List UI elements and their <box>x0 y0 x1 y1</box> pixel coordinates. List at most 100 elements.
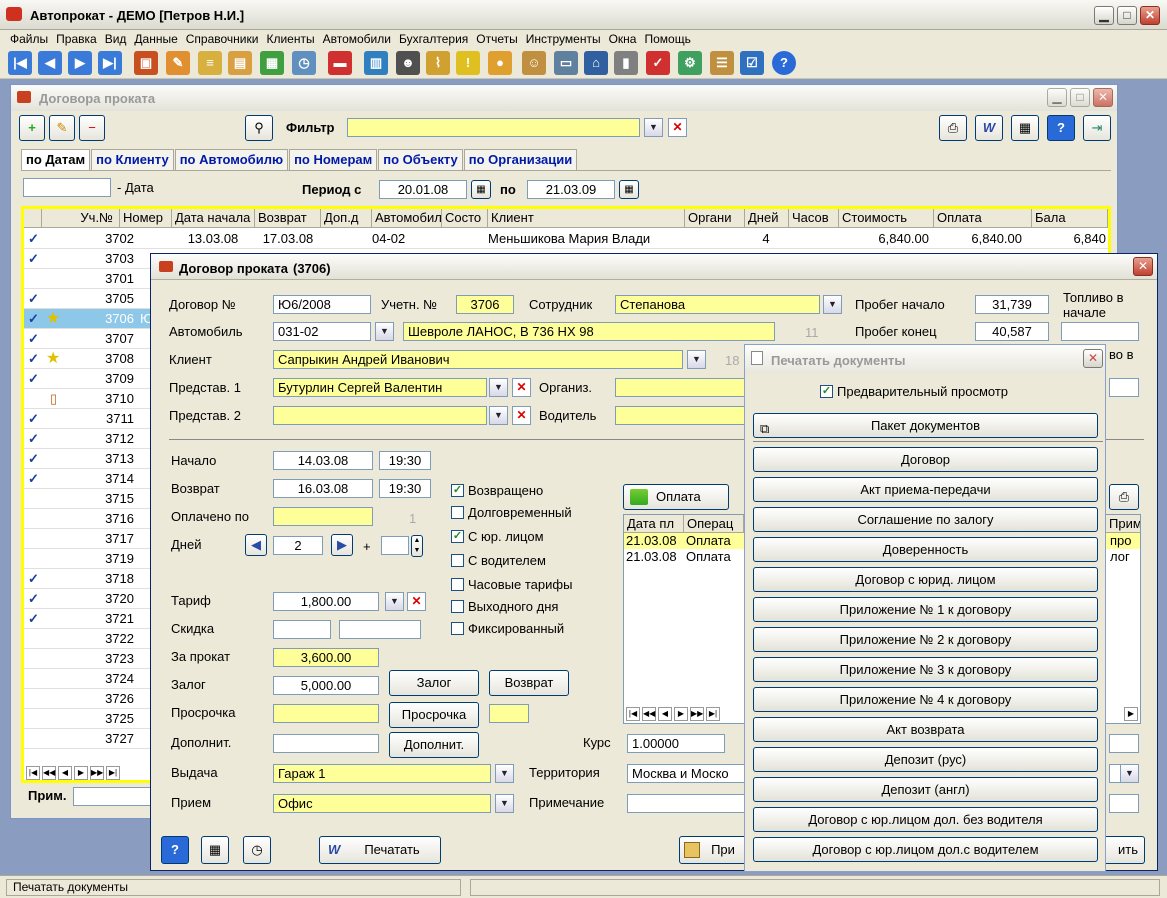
table-row[interactable]: 3719 <box>24 549 164 569</box>
period-to-input[interactable]: 21.03.09 <box>527 180 615 199</box>
tab-1[interactable]: по Клиенту <box>91 149 174 170</box>
menu-item-6[interactable]: Автомобили <box>319 30 395 48</box>
exit-button[interactable]: ⇥ <box>1083 115 1111 141</box>
deposit-input[interactable]: 5,000.00 <box>273 676 379 695</box>
contract-clock-button[interactable]: ◷ <box>243 836 271 864</box>
battery-icon[interactable]: ▮ <box>614 51 638 75</box>
pay-nav-prev-page-icon[interactable]: ◀◀ <box>642 707 656 721</box>
checklist-icon[interactable]: ☑ <box>740 51 764 75</box>
pay-nav-last-icon[interactable]: ▶| <box>706 707 720 721</box>
binoculars-button[interactable]: ⚲ <box>245 115 273 141</box>
close-button[interactable]: ✕ <box>1140 6 1160 25</box>
grid-col-6[interactable]: Автомобиль <box>372 209 442 228</box>
pred1-input[interactable]: Бутурлин Сергей Валентин <box>273 378 487 397</box>
table-row[interactable]: ✓ 3718 <box>24 569 164 589</box>
calc-button[interactable]: ▦ <box>1011 115 1039 141</box>
tariff-dropdown[interactable]: ▼ <box>385 592 404 611</box>
tariff-clear-button[interactable]: ✕ <box>407 592 426 611</box>
option-checkbox-0[interactable]: ✓ <box>451 484 464 497</box>
table-row[interactable]: 3722 <box>24 629 164 649</box>
maximize-button[interactable]: □ <box>1117 6 1137 25</box>
edit-button[interactable]: ✎ <box>49 115 75 141</box>
menu-item-3[interactable]: Данные <box>130 30 181 48</box>
pay-scroll-right-icon[interactable]: ▶ <box>1124 707 1138 721</box>
tab-5[interactable]: по Организации <box>463 149 578 170</box>
document-edit-icon[interactable]: ✎ <box>166 51 190 75</box>
notepad-icon[interactable]: ≡ <box>198 51 222 75</box>
nav-prev-page-icon[interactable]: ◀◀ <box>42 766 56 780</box>
doc-button-5[interactable]: Приложение № 1 к договору <box>753 597 1098 622</box>
payment-print-button[interactable]: ⎙ <box>1109 484 1139 510</box>
cash-register-icon[interactable]: ▦ <box>260 51 284 75</box>
grid-first-row[interactable]: ✓ 3702 13.03.08 17.03.08 04-02 Меньшиков… <box>24 229 1108 249</box>
auto-dropdown[interactable]: ▼ <box>375 322 394 341</box>
doc-button-4[interactable]: Договор с юрид. лицом <box>753 567 1098 592</box>
house-icon[interactable]: ⌂ <box>584 51 608 75</box>
person-icon[interactable]: ☻ <box>396 51 420 75</box>
gear-icon[interactable]: ⚙ <box>678 51 702 75</box>
grid-col-0[interactable] <box>24 209 42 228</box>
table-row[interactable]: 3725 <box>24 709 164 729</box>
table-row[interactable]: 3724 <box>24 669 164 689</box>
client-input[interactable]: Сапрыкин Андрей Иванович <box>273 350 683 369</box>
doc-button-3[interactable]: Доверенность <box>753 537 1098 562</box>
contract-help-button[interactable]: ? <box>161 836 189 864</box>
days-decrease-button[interactable]: ◀ <box>245 534 267 556</box>
option-checkbox-5[interactable] <box>451 600 464 613</box>
help-button[interactable]: ? <box>1047 115 1075 141</box>
note-input[interactable] <box>627 794 747 813</box>
menu-item-11[interactable]: Помощь <box>640 30 694 48</box>
nav-prev-icon[interactable]: ◀ <box>58 766 72 780</box>
start-date-input[interactable]: 14.03.08 <box>273 451 373 470</box>
doc-button-10[interactable]: Депозит (рус) <box>753 747 1098 772</box>
grid-col-11[interactable]: Часов <box>789 209 839 228</box>
pay-nav-next-icon[interactable]: ▶ <box>674 707 688 721</box>
table-row[interactable]: ✓ 3713 <box>24 449 164 469</box>
table-row[interactable]: ▯ 3710 <box>24 389 164 409</box>
rent-input[interactable]: 3,600.00 <box>273 648 379 667</box>
receive-dropdown[interactable]: ▼ <box>495 794 514 813</box>
auto-input[interactable]: 031-02 <box>273 322 371 341</box>
issue-input[interactable]: Гараж 1 <box>273 764 491 783</box>
menu-item-1[interactable]: Правка <box>52 30 101 48</box>
table-row[interactable]: ✓ 3709 <box>24 369 164 389</box>
grid-col-7[interactable]: Состо <box>442 209 488 228</box>
grid-col-12[interactable]: Стоимость <box>839 209 934 228</box>
course-right-input[interactable] <box>1109 734 1139 753</box>
pay-nav-prev-icon[interactable]: ◀ <box>658 707 672 721</box>
menu-item-4[interactable]: Справочники <box>182 30 263 48</box>
menu-item-2[interactable]: Вид <box>101 30 131 48</box>
table-row[interactable]: 3717 <box>24 529 164 549</box>
payment-button[interactable]: Оплата <box>623 484 729 510</box>
car-icon[interactable]: ▬ <box>328 51 352 75</box>
menu-item-8[interactable]: Отчеты <box>472 30 521 48</box>
grid-col-9[interactable]: Органи <box>685 209 745 228</box>
doc-button-1[interactable]: Акт приема-передачи <box>753 477 1098 502</box>
list-icon[interactable]: ☰ <box>710 51 734 75</box>
nav-last-icon[interactable]: ▶| <box>106 766 120 780</box>
table-row[interactable]: 3723 <box>24 649 164 669</box>
menu-item-9[interactable]: Инструменты <box>522 30 605 48</box>
period-to-calendar-icon[interactable]: ▦ <box>619 180 639 199</box>
table-row[interactable]: ✓ 3703 <box>24 249 164 269</box>
table-row[interactable]: 3726 <box>24 689 164 709</box>
checkmark-icon[interactable]: ✓ <box>646 51 670 75</box>
grid-col-4[interactable]: Возврат <box>255 209 321 228</box>
list-minimize-button[interactable]: ▁ <box>1047 88 1067 107</box>
tab-0[interactable]: по Датам <box>21 149 91 170</box>
driver-input[interactable] <box>615 406 745 425</box>
deposit-button[interactable]: Залог <box>389 670 479 696</box>
table-row[interactable]: ✓ 3707 <box>24 329 164 349</box>
grid-col-1[interactable]: Уч.№ <box>42 209 120 228</box>
add-button[interactable]: + <box>19 115 45 141</box>
table-row[interactable]: ✓ 3705 <box>24 289 164 309</box>
table-row[interactable]: ✓ 3721 <box>24 609 164 629</box>
contract-print-button[interactable]: W Печатать <box>319 836 441 864</box>
pred1-dropdown[interactable]: ▼ <box>489 378 508 397</box>
extra-input[interactable] <box>273 734 379 753</box>
table-row[interactable]: 3715 <box>24 489 164 509</box>
sotrudnik-dropdown[interactable]: ▼ <box>823 295 842 314</box>
pred2-input[interactable] <box>273 406 487 425</box>
option-checkbox-6[interactable] <box>451 622 464 635</box>
table-row[interactable]: ✓ 3712 <box>24 429 164 449</box>
